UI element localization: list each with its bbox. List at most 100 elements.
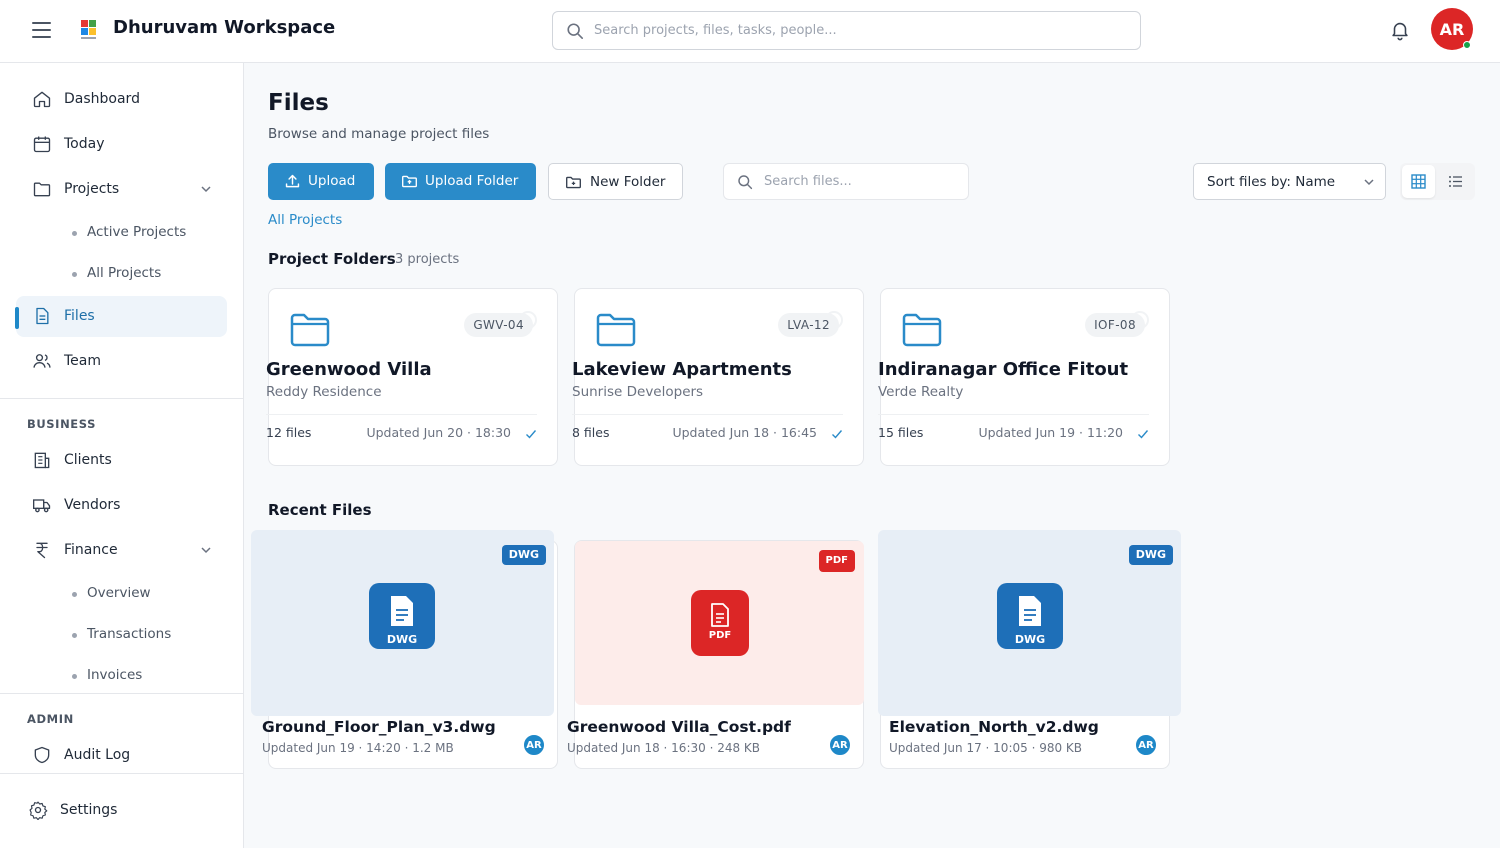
building-icon [34,452,50,469]
file-meta: Updated Jun 19 · 14:20 · 1.2 MB [262,741,454,755]
folder-updated: Updated Jun 18 · 16:45 [672,425,817,440]
project-code-badge: IOF-08 [1085,313,1145,337]
search-icon [738,175,753,190]
sidebar-item-settings[interactable]: Settings [12,790,223,831]
sidebar-item-label: Audit Log [64,747,131,763]
recent-file-card[interactable]: PDF PDF Greenwood Villa_Cost.pdf Updated… [567,540,864,769]
chevron-down-icon [1364,179,1374,186]
card-divider [572,414,843,415]
online-status-dot [1463,41,1471,49]
file-name: Greenwood Villa_Cost.pdf [567,718,791,736]
document-icon [1019,596,1041,626]
file-search[interactable] [723,163,969,200]
sidebar-item-audit-log[interactable]: Audit Log [16,735,227,776]
recent-file-card[interactable]: DWG DWG Ground_Floor_Plan_v3.dwg Updated… [251,530,558,769]
file-type-badge: PDF [818,550,855,572]
folder-updated: Updated Jun 19 · 11:20 [978,425,1123,440]
file-name: Elevation_North_v2.dwg [889,718,1099,736]
list-view-button[interactable] [1439,165,1472,198]
project-code-badge: GWV-04 [464,313,533,337]
check-icon [526,430,537,439]
folder-icon [902,313,942,347]
sidebar-item-clients[interactable]: Clients [16,440,227,481]
sidebar-item-label: Vendors [64,497,121,513]
project-folder-card[interactable]: IOF-08 Indiranagar Office Fitout Verde R… [878,288,1170,466]
sidebar-item-dashboard[interactable]: Dashboard [16,79,227,120]
active-indicator [15,307,19,329]
chevron-down-icon[interactable] [200,544,212,556]
global-search-input[interactable] [594,12,1124,49]
grid-view-button[interactable] [1402,165,1435,198]
sidebar-item-label: Dashboard [64,91,140,107]
sidebar-item-projects[interactable]: Projects [16,169,227,210]
sidebar-item-files[interactable]: Files [16,296,227,337]
document-icon [711,603,729,627]
section-label-business: BUSINESS [27,417,96,431]
truck-icon [33,499,51,513]
sidebar-divider [0,773,243,774]
users-icon [33,354,51,368]
recent-files-heading: Recent Files [268,501,372,519]
page-title: Files [268,90,329,116]
sidebar-item-finance[interactable]: Finance [16,530,227,571]
sidebar-item-today[interactable]: Today [16,124,227,165]
app-logo [79,18,99,44]
sidebar-subitem-overview[interactable]: Overview [72,585,151,601]
sidebar-item-label: Settings [60,802,118,818]
gear-icon [29,801,48,820]
check-icon [832,430,843,439]
menu-icon[interactable] [32,22,51,38]
sidebar-subitem-all-projects[interactable]: All Projects [71,265,161,281]
sidebar-subitem-active-projects[interactable]: Active Projects [71,224,186,240]
project-folders-heading: Project Folders [268,250,396,268]
chevron-down-icon[interactable] [200,183,212,195]
file-type-badge: DWG [1128,545,1173,565]
sort-dropdown[interactable]: Sort files by: Name [1193,163,1386,200]
sidebar-item-label: Projects [64,181,120,197]
file-preview: PDF PDF [575,541,864,705]
file-name: Ground_Floor_Plan_v3.dwg [262,718,496,736]
folder-file-count: 12 files [266,425,312,440]
folder-file-count: 8 files [572,425,610,440]
folder-client: Sunrise Developers [572,384,704,400]
upload-icon [285,174,300,188]
sidebar-subitem-transactions[interactable]: Transactions [71,626,171,642]
upload-folder-button[interactable]: Upload Folder [385,163,536,200]
file-tile-label: PDF [708,630,732,641]
check-icon [1138,430,1149,439]
sidebar-subitem-invoices[interactable]: Invoices [71,667,142,683]
folder-file-count: 15 files [878,425,924,440]
sidebar-item-vendors[interactable]: Vendors [16,485,227,526]
folder-plus-icon [566,176,581,189]
folder-updated: Updated Jun 20 · 18:30 [366,425,511,440]
sidebar-item-team[interactable]: Team [16,341,227,382]
sidebar-divider [0,398,243,399]
home-icon [33,91,51,108]
recent-file-card[interactable]: DWG DWG Elevation_North_v2.dwg Updated J… [878,530,1181,769]
file-owner-avatar: AR [522,733,546,757]
sidebar-item-label: Finance [64,542,118,558]
top-header: Dhuruvam Workspace AR [0,0,1500,63]
shield-icon [34,746,50,764]
file-search-input[interactable] [764,164,959,199]
sidebar: Dashboard Today Projects Active Projects… [0,63,244,848]
search-icon [567,23,584,40]
folder-client: Verde Realty [878,384,964,400]
upload-button[interactable]: Upload [268,163,374,200]
folder-icon [33,182,51,197]
file-owner-avatar: AR [828,733,852,757]
rupee-icon [36,542,48,559]
file-icon [36,307,49,325]
app-title: Dhuruvam Workspace [113,17,336,38]
bell-icon[interactable] [1389,19,1411,41]
breadcrumb[interactable]: All Projects [268,212,342,228]
file-tile-label: DWG [386,633,418,646]
new-folder-button[interactable]: New Folder [548,163,683,200]
project-folder-card[interactable]: GWV-04 Greenwood Villa Reddy Residence 1… [266,288,558,466]
global-search[interactable] [552,11,1141,50]
section-label-admin: ADMIN [27,712,74,726]
project-folder-card[interactable]: LVA-12 Lakeview Apartments Sunrise Devel… [572,288,864,466]
folder-icon [596,313,636,347]
dwg-file-icon: DWG [997,583,1063,649]
project-code-badge: LVA-12 [778,313,839,337]
